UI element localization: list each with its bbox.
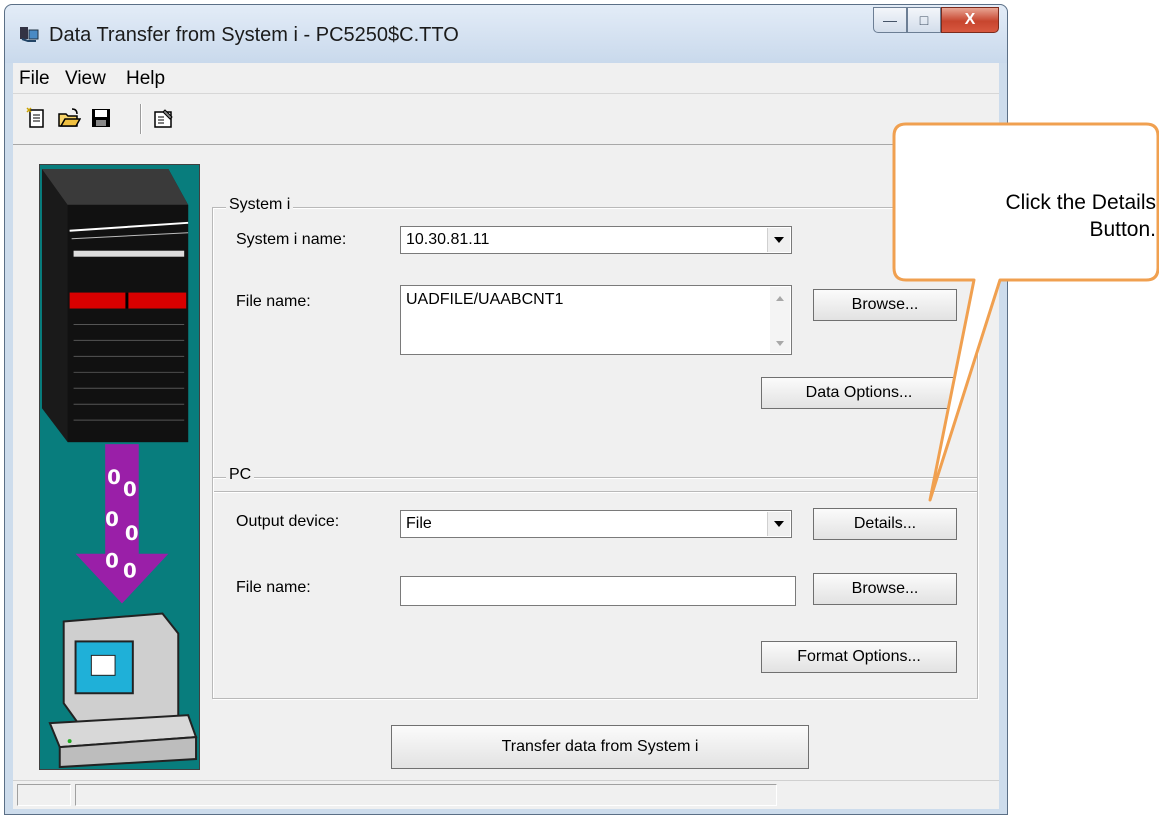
- callout-text: Click the Details Button.: [1005, 191, 1156, 241]
- callout-shape: [892, 122, 1159, 502]
